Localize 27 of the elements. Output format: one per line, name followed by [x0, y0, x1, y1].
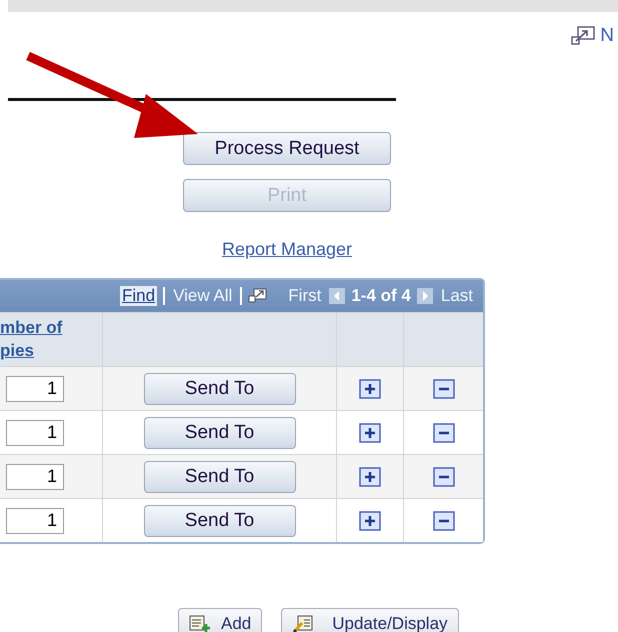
delete-row-minus-icon[interactable] [432, 378, 454, 398]
send-to-button[interactable]: Send To [144, 504, 296, 536]
process-request-button[interactable]: Process Request [183, 132, 391, 165]
new-window-icon[interactable] [248, 288, 268, 304]
copies-input-field[interactable]: 1 [6, 464, 64, 490]
add-button[interactable]: Add [178, 608, 262, 632]
row-range-text: 1-4 of 4 [351, 286, 411, 306]
column-header-link[interactable]: mber of pies [0, 316, 90, 362]
report-manager-link[interactable]: Report Manager [222, 239, 352, 260]
add-row-plus-icon[interactable] [359, 466, 381, 486]
send-to-button[interactable]: Send To [144, 372, 296, 404]
copies-input-field[interactable]: 1 [6, 376, 64, 402]
copies-input-field[interactable]: 1 [6, 508, 64, 534]
delete-row-minus-icon[interactable] [432, 422, 454, 442]
new-window-icon[interactable] [570, 26, 596, 46]
grid-nav-link[interactable]: Find [120, 286, 158, 306]
add-row-plus-icon[interactable] [359, 510, 381, 530]
add-row-plus-icon[interactable] [359, 422, 381, 442]
pencil-document-icon [292, 615, 314, 632]
new-window-link[interactable]: N [600, 25, 614, 47]
copies-input-field[interactable]: 1 [6, 420, 64, 446]
add-document-icon [189, 615, 211, 632]
delete-row-minus-icon[interactable] [432, 466, 454, 486]
send-to-button[interactable]: Send To [144, 416, 296, 448]
send-to-button[interactable]: Send To [144, 460, 296, 492]
add-row-plus-icon[interactable] [359, 378, 381, 398]
delete-row-minus-icon[interactable] [432, 510, 454, 530]
